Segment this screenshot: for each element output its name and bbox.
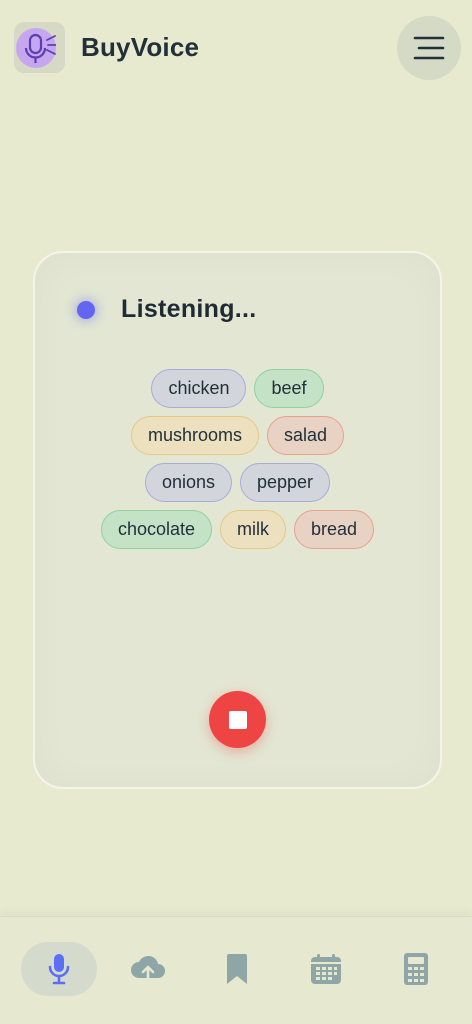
nav-item-record[interactable] [21,942,97,996]
item-tag[interactable]: onions [144,463,232,502]
microphone-sound-icon [15,27,56,68]
app-title: BuyVoice [81,32,200,62]
header: BuyVoice [0,0,472,96]
item-tag[interactable]: salad [267,416,345,455]
cloud-upload-icon [131,955,165,984]
app-logo [14,22,65,73]
stop-recording-button[interactable] [209,691,266,748]
microphone-icon [48,954,70,985]
nav-item-calculator[interactable] [378,942,454,996]
item-tag[interactable]: chocolate [100,510,212,549]
listening-status-text: Listening... [121,295,257,323]
tag-row: chicken beef [151,369,324,408]
item-tag[interactable]: mushrooms [130,416,259,455]
app-root: BuyVoice Listening... chicken beef mushroo… [0,0,472,1024]
menu-button[interactable] [397,16,461,80]
item-tag[interactable]: chicken [151,369,247,408]
nav-item-upload[interactable] [110,942,186,996]
bottom-navigation [0,916,472,1024]
listening-indicator-dot [77,301,95,319]
item-tag[interactable]: bread [294,510,375,549]
tag-row: onions pepper [144,463,331,502]
item-tag[interactable]: beef [254,369,324,408]
stop-icon [228,710,247,729]
calendar-icon [311,954,341,984]
calculator-icon [404,953,428,985]
recognized-items-list: chicken beef mushrooms salad onions pepper cho… [35,369,440,549]
nav-item-calendar[interactable] [288,942,364,996]
listening-card: Listening... chicken beef mushrooms salad on… [33,251,442,789]
tag-row: chocolate milk bread [100,510,375,549]
nav-item-saved[interactable] [199,942,275,996]
item-tag[interactable]: pepper [239,463,331,502]
hamburger-menu-icon [413,36,445,60]
item-tag[interactable]: milk [220,510,286,549]
bookmark-icon [227,954,247,984]
tag-row: mushrooms salad [130,416,345,455]
